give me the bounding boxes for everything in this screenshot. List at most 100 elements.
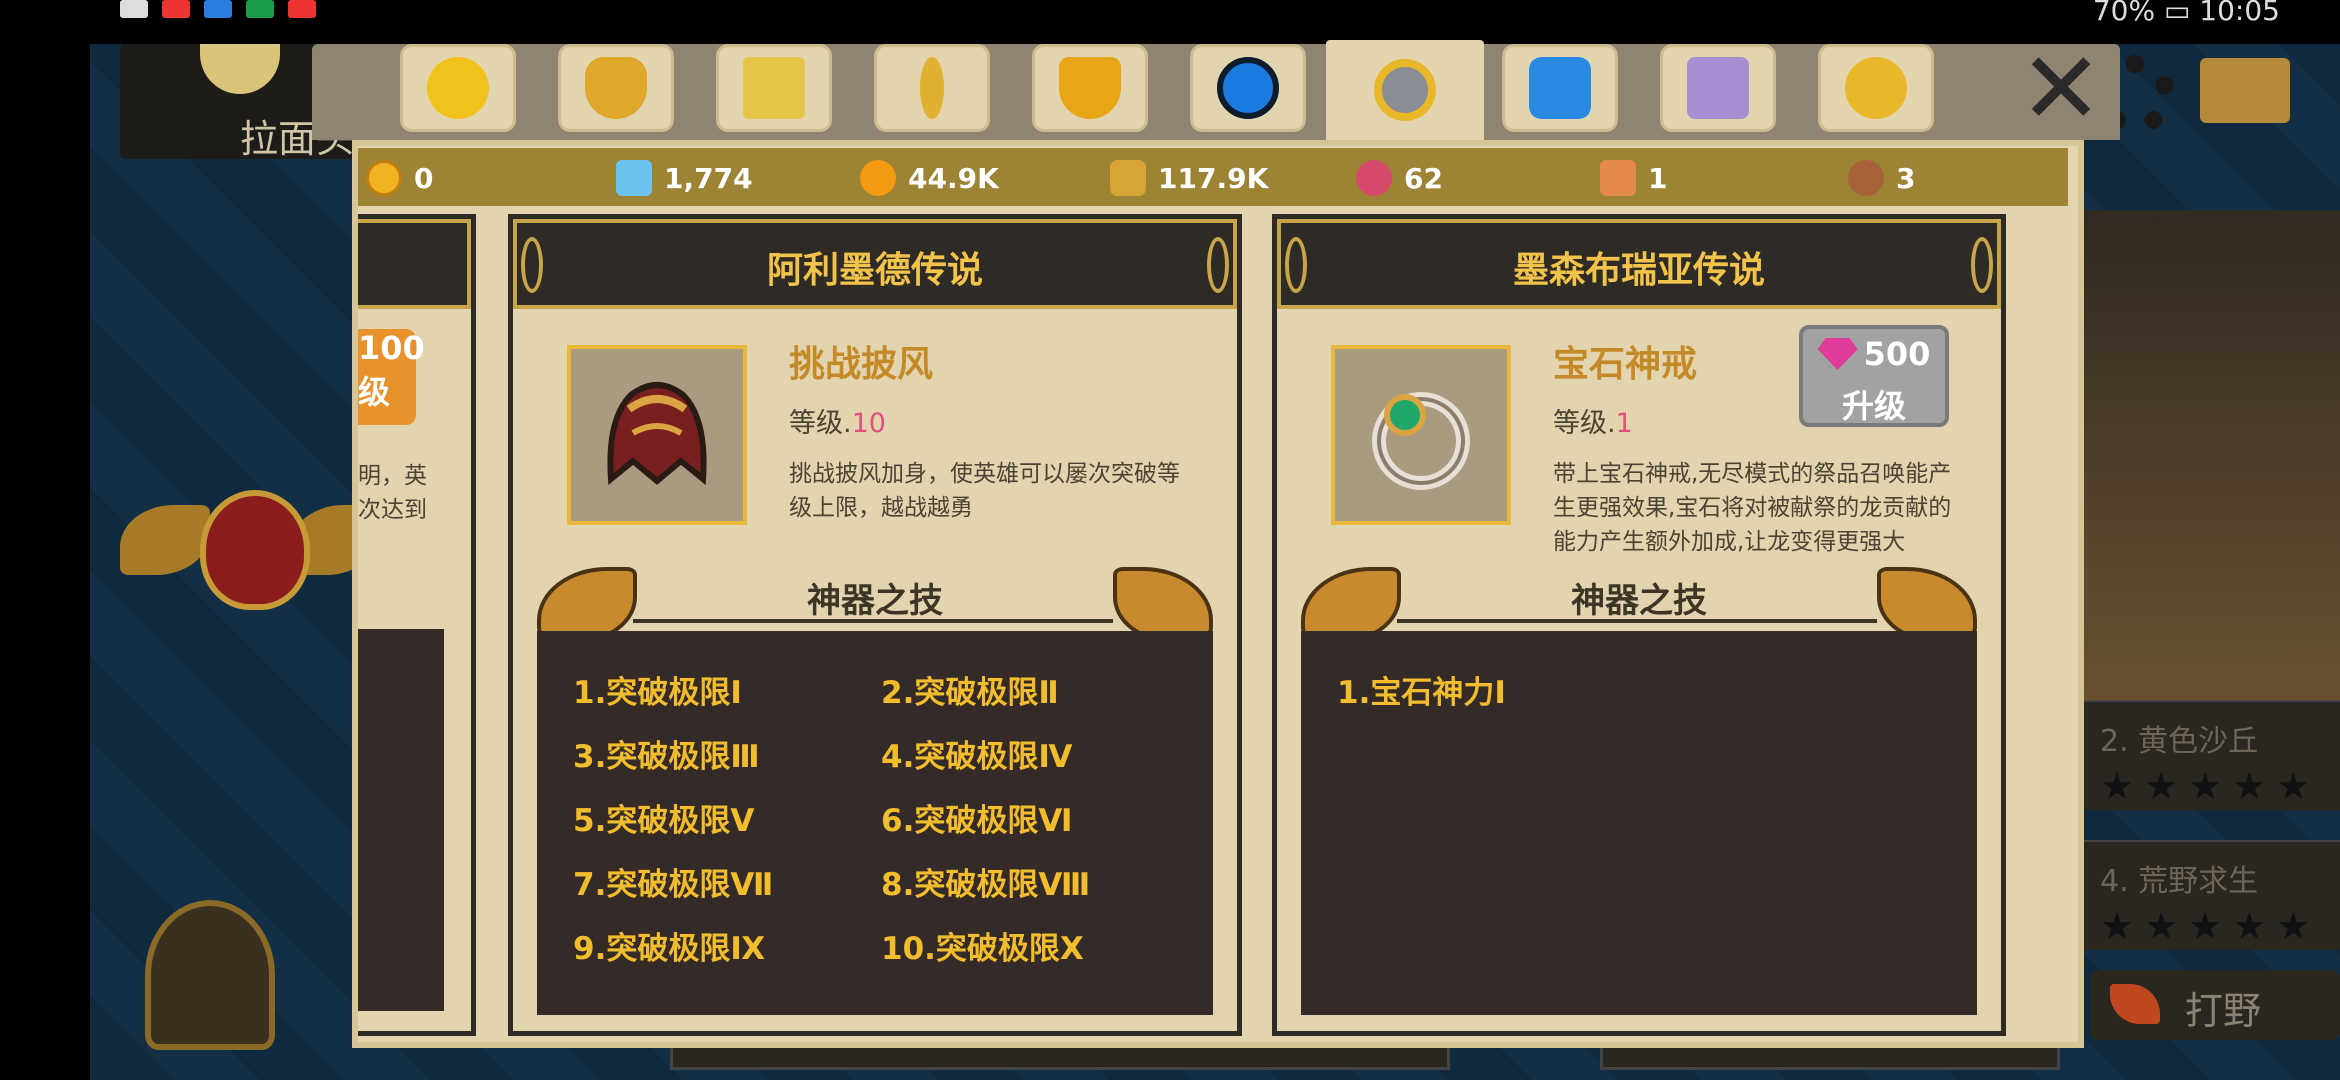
card-header (358, 219, 471, 309)
star-shard-icon (1110, 160, 1146, 196)
hero-icon (427, 57, 489, 119)
tab-gem[interactable] (1502, 44, 1618, 132)
skill-item: 3.突破极限Ⅲ (573, 739, 760, 775)
level-label: 等级. (1553, 408, 1616, 439)
tab-outfit[interactable] (1660, 44, 1776, 132)
flag-icon (2110, 984, 2160, 1024)
map-preview (2080, 210, 2340, 710)
diamond-icon (616, 160, 652, 196)
item-slot[interactable] (1331, 345, 1511, 525)
upgrade-cost: 500 (1803, 335, 1945, 373)
currency-egg: 62 (1356, 160, 1443, 196)
currency-shard: 117.9K (1110, 160, 1268, 196)
upgrade-cost: 100 (358, 329, 425, 367)
card-header: 阿利墨德传说 (513, 219, 1237, 309)
notification-icons (120, 0, 316, 18)
cape-icon (607, 382, 707, 486)
app-notification-icon (288, 0, 316, 18)
status-bar: 70% ▭ 10:05 (0, 0, 2340, 44)
artifact-card-partial: 100 级 明，英次达到 (358, 214, 476, 1036)
card-title: 阿利墨德传说 (766, 250, 983, 291)
upgrade-cost-value: 500 (1863, 335, 1931, 373)
item-level: 等级.10 (789, 401, 886, 440)
skill-item: 2.突破极限Ⅱ (881, 675, 1059, 711)
dragon-head-icon (585, 57, 647, 119)
artifact-card: 阿利墨德传说 挑战披风 等级.10 挑战披风加身，使英雄可以屡次突破等级上限，越… (508, 214, 1242, 1036)
currency-value: 44.9K (908, 161, 999, 195)
currency-scroll: 1 (1600, 160, 1667, 196)
shop-icon (743, 57, 805, 119)
upgrade-button[interactable]: 500 升级 (1799, 325, 1949, 427)
tab-orb[interactable] (1190, 44, 1306, 132)
gem-icon (1529, 57, 1591, 119)
currency-bar: 0 1,774 44.9K 117.9K 62 1 3 (358, 148, 2068, 206)
currency-value: 3 (1896, 161, 1916, 195)
artifact-icon (1374, 59, 1436, 121)
stage-label: 4. 荒野求生 (2100, 864, 2259, 899)
mail-icon[interactable] (2200, 58, 2290, 123)
scroll-icon (1600, 160, 1636, 196)
stage-stars: ★★★★★ (2100, 764, 2321, 808)
hunt-button[interactable]: 打野 (2090, 970, 2340, 1040)
skill-item: 6.突破极限Ⅵ (881, 803, 1073, 839)
skills-title: 神器之技 (807, 581, 943, 621)
pink-gem-icon (1817, 338, 1858, 370)
artifact-tab-bar (312, 40, 2120, 140)
item-slot[interactable] (567, 345, 747, 525)
upgrade-button[interactable]: 100 级 (358, 329, 425, 425)
dragon-statue-icon[interactable] (145, 900, 275, 1050)
orange-orb-icon (860, 160, 896, 196)
skill-item: 10.突破极限Ⅹ (881, 931, 1084, 967)
item-description: 挑战披风加身，使英雄可以屡次突破等级上限，越战越勇 (789, 461, 1180, 521)
tab-hero[interactable] (400, 44, 516, 132)
level-value: 10 (851, 408, 886, 439)
currency-diamond: 1,774 (616, 160, 753, 196)
friends-icon (1845, 57, 1907, 119)
tab-dragon[interactable] (558, 44, 674, 132)
skill-item: 1.宝石神力Ⅰ (1337, 675, 1506, 711)
dragon-egg-icon (1356, 160, 1392, 196)
artifact-card: 墨森布瑞亚传说 宝石神戒 等级.1 500 升级 带上宝石神戒,无尽模式的祭品召… (1272, 214, 2006, 1036)
card-title: 墨森布瑞亚传说 (1512, 250, 1765, 291)
ring-icon (1372, 392, 1470, 490)
gold-coin-icon (366, 160, 402, 196)
shirt-icon (1687, 57, 1749, 119)
skill-box (358, 629, 444, 1011)
tab-artifact[interactable] (1326, 40, 1484, 140)
key-icon (920, 57, 944, 119)
tab-key[interactable] (874, 44, 990, 132)
tab-trophy[interactable] (1032, 44, 1148, 132)
status-right: 70% ▭ 10:05 (2092, 0, 2280, 27)
stage-row[interactable]: 4. 荒野求生 ★★★★★ (2080, 840, 2340, 950)
skill-item: 8.突破极限Ⅷ (881, 867, 1091, 903)
skill-item: 5.突破极限Ⅴ (573, 803, 755, 839)
app-notification-icon (246, 0, 274, 18)
signal-icon (120, 0, 148, 18)
currency-medal: 3 (1848, 160, 1915, 196)
stage-row[interactable]: 2. 黄色沙丘 ★★★★★ (2080, 700, 2340, 810)
level-label: 等级. (789, 408, 852, 439)
item-level: 等级.1 (1553, 401, 1633, 440)
currency-gold: 0 (366, 160, 433, 196)
close-icon: ✕ (2019, 30, 2103, 147)
stage-label: 2. 黄色沙丘 (2100, 724, 2259, 759)
app-notification-icon (204, 0, 232, 18)
level-value: 1 (1615, 408, 1633, 439)
tab-friends[interactable] (1818, 44, 1934, 132)
hunt-label: 打野 (2185, 989, 2262, 1033)
medal-icon (1848, 160, 1884, 196)
skill-list: 1.突破极限Ⅰ 2.突破极限Ⅱ 3.突破极限Ⅲ 4.突破极限Ⅳ 5.突破极限Ⅴ … (537, 631, 1213, 1015)
mystery-emblem-icon[interactable] (200, 490, 310, 610)
tab-shop[interactable] (716, 44, 832, 132)
close-button[interactable]: ✕ (2016, 39, 2106, 139)
item-description: 明，英次达到 (358, 463, 427, 523)
upgrade-label: 升级 (1841, 387, 1906, 425)
currency-value: 117.9K (1158, 161, 1269, 195)
app-notification-icon (162, 0, 190, 18)
skill-item: 4.突破极限Ⅳ (881, 739, 1073, 775)
trophy-icon (1059, 57, 1121, 119)
currency-value: 1,774 (664, 161, 753, 195)
upgrade-label: 级 (358, 373, 391, 411)
skill-list: 1.宝石神力Ⅰ (1301, 631, 1977, 1015)
skills-title: 神器之技 (1571, 581, 1707, 621)
